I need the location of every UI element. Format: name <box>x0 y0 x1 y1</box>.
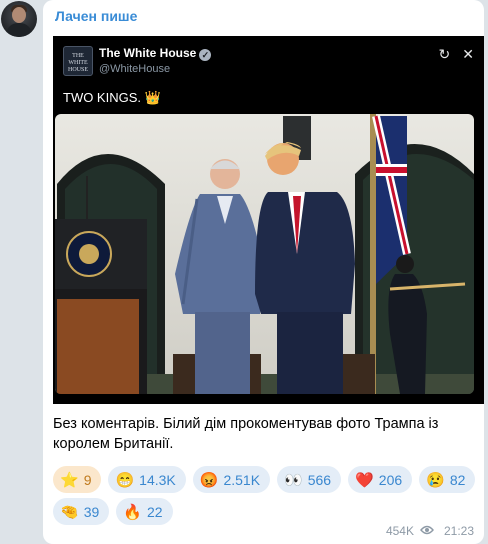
fire-icon: 🔥 <box>123 503 142 521</box>
view-count: 454K <box>385 524 414 538</box>
reaction-grin[interactable]: 😁 14.3K <box>108 466 186 493</box>
reaction-star[interactable]: ⭐ 9 <box>53 466 102 493</box>
angry-face-icon: 😡 <box>199 471 219 489</box>
pinching-hand-icon: 🤏 <box>60 503 79 521</box>
tweet-handle: @WhiteHouse <box>99 63 171 75</box>
embedded-tweet[interactable]: THE WHITE HOUSE The White House ✓ @WhiteHou… <box>53 36 484 404</box>
tweet-photo[interactable] <box>55 114 474 394</box>
reaction-heart[interactable]: ❤️ 206 <box>348 466 413 493</box>
reaction-angry[interactable]: 😡 2.51K <box>192 466 271 493</box>
tweet-icons: ↻ ✕ <box>427 46 474 63</box>
sender-avatar[interactable] <box>1 1 37 37</box>
crying-face-icon: 😢 <box>426 471 445 489</box>
sender-name[interactable]: Лачен пише <box>55 8 137 24</box>
grin-face-icon: 😁 <box>115 471 135 489</box>
eye-icon <box>420 524 434 538</box>
reaction-cry[interactable]: 😢 82 <box>419 466 476 493</box>
reaction-fire[interactable]: 🔥 22 <box>116 498 173 525</box>
reactions-bar: ⭐ 9 😁 14.3K 😡 2.51K 👀 566 ❤️ 206 😢 82 🤏 39 🔥 22 <box>53 466 478 525</box>
message-caption: Без коментарів. Білий дім прокоментував … <box>53 416 439 452</box>
message-time: 21:23 <box>443 524 474 538</box>
heart-icon: ❤️ <box>355 471 374 489</box>
tweet-author: The White House ✓ <box>99 46 212 61</box>
x-logo-icon: ✕ <box>462 46 474 62</box>
message-bubble: Лачен пише THE WHITE HOUSE The White House… <box>43 0 484 544</box>
star-icon: ⭐ <box>60 471 79 489</box>
message-meta: 454K 21:23 <box>386 524 474 538</box>
verified-icon: ✓ <box>199 49 212 61</box>
photo-svg <box>55 114 474 394</box>
reaction-eyes[interactable]: 👀 566 <box>277 466 342 493</box>
eyes-icon: 👀 <box>284 471 303 489</box>
reaction-pinch[interactable]: 🤏 39 <box>53 498 110 525</box>
white-house-logo: THE WHITE HOUSE <box>63 46 93 76</box>
refresh-icon: ↻ <box>438 46 451 62</box>
tweet-text: TWO KINGS. 👑 <box>63 90 161 105</box>
